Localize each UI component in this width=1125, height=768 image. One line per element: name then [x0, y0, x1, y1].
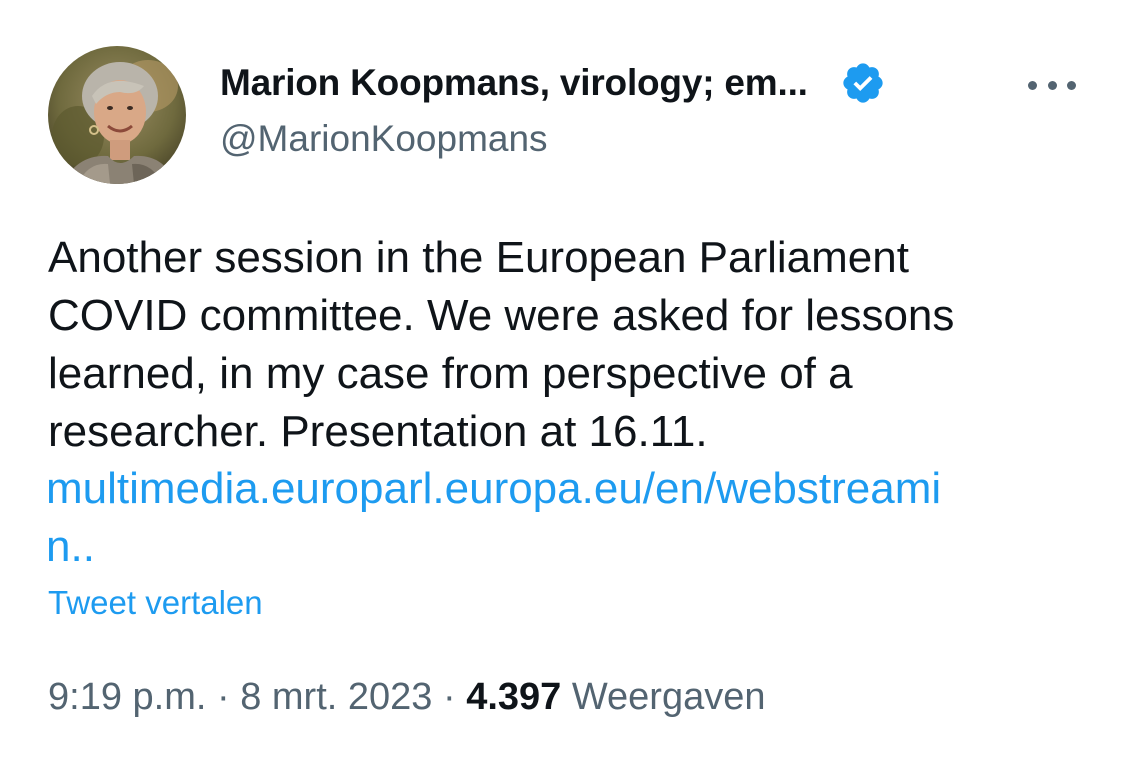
tweet-text-line: learned, in my case from perspective of … — [48, 349, 853, 398]
author-handle[interactable]: @MarionKoopmans — [220, 118, 548, 160]
tweet-card: Marion Koopmans, virology; em... @Marion… — [0, 0, 1125, 768]
tweet-text-line: researcher. Presentation at 16.11. — [48, 407, 708, 456]
meta-separator: · — [206, 676, 241, 718]
more-dot — [1047, 80, 1057, 90]
meta-separator: · — [432, 676, 467, 718]
views-label[interactable]: Weergaven — [561, 676, 766, 718]
tweet-date[interactable]: 8 mrt. 2023 — [240, 676, 432, 718]
avatar-image — [48, 46, 186, 184]
author-name-row[interactable]: Marion Koopmans, virology; em... — [220, 58, 886, 108]
author-display-name[interactable]: Marion Koopmans, virology; em... — [220, 62, 808, 104]
more-dot — [1067, 80, 1076, 90]
verified-badge-icon — [840, 60, 886, 106]
tweet-link[interactable]: multimedia.europarl.europa.eu/en/webstre… — [46, 460, 1096, 576]
tweet-text: Another session in the European Parliame… — [48, 229, 1088, 461]
tweet-text-line: Another session in the European Parliame… — [48, 233, 909, 282]
avatar[interactable] — [48, 46, 186, 184]
views-count[interactable]: 4.397 — [466, 676, 561, 718]
tweet-time[interactable]: 9:19 p.m. — [48, 676, 206, 718]
more-dot — [1028, 80, 1037, 90]
tweet-link-line[interactable]: multimedia.europarl.europa.eu/en/webstre… — [46, 460, 1096, 518]
tweet-text-line: COVID committee. We were asked for lesso… — [48, 291, 955, 340]
tweet-link-line[interactable]: n.. — [46, 518, 1096, 576]
more-options-icon[interactable] — [1028, 68, 1076, 102]
translate-tweet-link[interactable]: Tweet vertalen — [48, 584, 263, 622]
tweet-meta: 9:19 p.m. · 8 mrt. 2023 · 4.397 Weergave… — [48, 676, 766, 719]
